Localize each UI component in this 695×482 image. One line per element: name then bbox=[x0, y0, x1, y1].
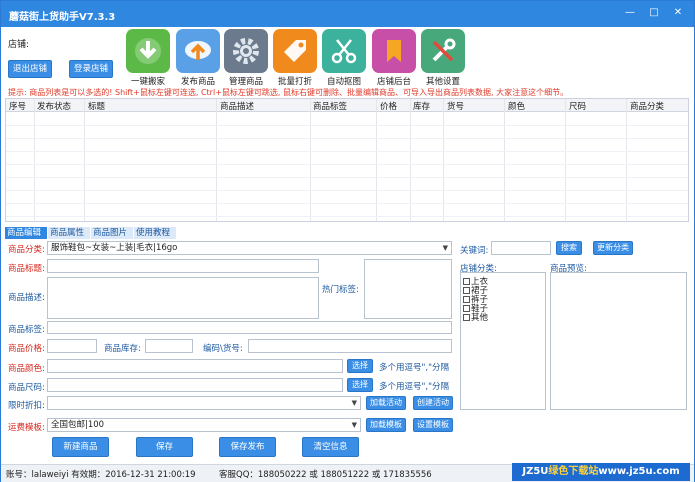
stock-input[interactable] bbox=[145, 339, 193, 353]
tab-product-images[interactable]: 商品图片 bbox=[91, 227, 133, 239]
shop-label: 店铺: bbox=[8, 40, 30, 50]
login-shop-button[interactable]: 登录店铺 bbox=[69, 60, 113, 78]
size-label: 商品尺码: bbox=[8, 383, 45, 393]
account-status: 账号：lalaweiyi 有效期：2016-12-31 21:00:19 bbox=[6, 470, 196, 480]
category-value: 服饰鞋包~女装~上装|毛衣|16go bbox=[51, 243, 178, 253]
tools-icon bbox=[421, 29, 465, 73]
column-header[interactable]: 尺码 bbox=[569, 100, 586, 112]
column-header[interactable]: 价格 bbox=[380, 100, 397, 112]
column-header[interactable]: 发布状态 bbox=[37, 100, 71, 112]
new-product-button[interactable]: 新建商品 bbox=[52, 437, 109, 457]
app-window: 蘑菇街上货助手V7.3.3 — □ ✕ 店铺: 退出店铺 登录店铺 一键搬家 发… bbox=[0, 0, 695, 482]
toolbar-one-click-move[interactable]: 一键搬家 bbox=[125, 29, 171, 87]
toolbar-shop-backend[interactable]: 店铺后台 bbox=[371, 29, 417, 87]
tag-icon bbox=[273, 29, 317, 73]
product-list-grid[interactable]: 序号 发布状态 标题 商品描述 商品标签 价格 库存 货号 颜色 尺码 商品分类 bbox=[5, 98, 689, 222]
tip-text: 提示: 商品列表是可以多选的! Shift+鼠标左键可连选, Ctrl+鼠标左键… bbox=[8, 88, 569, 97]
set-template-button[interactable]: 设置模板 bbox=[413, 418, 453, 432]
watermark: JZ5U绿色下载站www.jz5u.com bbox=[512, 463, 690, 481]
logout-shop-button[interactable]: 退出店铺 bbox=[8, 60, 52, 78]
keyword-label: 关键词: bbox=[460, 246, 489, 256]
shipping-label: 运费模板: bbox=[8, 423, 45, 433]
discount-label: 限时折扣: bbox=[8, 401, 45, 411]
shop-category-list: 上衣 裙子 裤子 鞋子 其他 bbox=[460, 272, 546, 410]
save-publish-button[interactable]: 保存发布 bbox=[219, 437, 276, 457]
color-label: 商品颜色: bbox=[8, 364, 45, 374]
tags-input[interactable] bbox=[47, 321, 452, 334]
title-label: 商品标题: bbox=[8, 264, 45, 274]
tags-label: 商品标签: bbox=[8, 325, 45, 335]
color-hint: 多个用逗号","分隔 bbox=[379, 363, 450, 373]
shipping-value: 全国包邮|100 bbox=[51, 420, 105, 430]
tab-product-edit[interactable]: 商品编辑 bbox=[5, 227, 47, 239]
gear-icon bbox=[224, 29, 268, 73]
load-activity-button[interactable]: 加载活动 bbox=[366, 396, 406, 410]
shipping-select[interactable]: 全国包邮|100 ▼ bbox=[47, 418, 361, 432]
toolbar-label: 其他设置 bbox=[425, 77, 460, 87]
close-icon[interactable]: ✕ bbox=[671, 6, 685, 20]
chevron-down-icon: ▼ bbox=[351, 399, 357, 407]
title-input[interactable] bbox=[47, 259, 319, 273]
keyword-input[interactable] bbox=[491, 241, 551, 255]
scissors-icon bbox=[322, 29, 366, 73]
column-header[interactable]: 商品标签 bbox=[313, 100, 347, 112]
tab-product-attributes[interactable]: 商品属性 bbox=[48, 227, 90, 239]
description-textarea[interactable] bbox=[47, 277, 319, 319]
toolbar-publish[interactable]: 发布商品 bbox=[175, 29, 221, 87]
maximize-icon[interactable]: □ bbox=[647, 6, 661, 20]
window-title: 蘑菇街上货助手V7.3.3 bbox=[9, 12, 116, 23]
search-button[interactable]: 搜索 bbox=[556, 241, 582, 255]
minimize-icon[interactable]: — bbox=[623, 6, 637, 20]
size-input[interactable] bbox=[47, 378, 343, 392]
load-template-button[interactable]: 加载模板 bbox=[366, 418, 406, 432]
support-qq: 客服QQ：188050222 或 188051222 或 171835556 bbox=[219, 470, 432, 480]
discount-select[interactable]: ▼ bbox=[47, 396, 361, 410]
column-header[interactable]: 序号 bbox=[9, 100, 26, 112]
category-select[interactable]: 服饰鞋包~女装~上装|毛衣|16go ▼ bbox=[47, 241, 452, 255]
grid-header: 序号 发布状态 标题 商品描述 商品标签 价格 库存 货号 颜色 尺码 商品分类 bbox=[6, 99, 688, 112]
save-button[interactable]: 保存 bbox=[136, 437, 193, 457]
download-icon bbox=[126, 29, 170, 73]
category-label: 商品分类: bbox=[8, 245, 45, 255]
create-activity-button[interactable]: 创建活动 bbox=[413, 396, 453, 410]
price-label: 商品价格: bbox=[8, 344, 45, 354]
color-select-button[interactable]: 选择 bbox=[347, 359, 373, 373]
column-header[interactable]: 颜色 bbox=[508, 100, 525, 112]
code-label: 编码\货号: bbox=[203, 344, 243, 354]
column-header[interactable]: 商品分类 bbox=[630, 100, 664, 112]
product-preview bbox=[550, 272, 687, 410]
stock-label: 商品库存: bbox=[104, 344, 141, 354]
category-checkbox[interactable]: 其他 bbox=[463, 311, 488, 323]
upload-icon bbox=[176, 29, 220, 73]
toolbar-batch-discount[interactable]: 批量打折 bbox=[272, 29, 318, 87]
color-input[interactable] bbox=[47, 359, 343, 373]
tab-tutorial[interactable]: 使用教程 bbox=[134, 227, 176, 239]
hot-tags-label: 热门标签: bbox=[322, 285, 359, 295]
title-bar: 蘑菇街上货助手V7.3.3 — □ ✕ bbox=[1, 1, 694, 27]
column-header[interactable]: 库存 bbox=[413, 100, 430, 112]
price-input[interactable] bbox=[47, 339, 97, 353]
code-input[interactable] bbox=[248, 339, 452, 353]
bookmark-icon bbox=[372, 29, 416, 73]
hot-tags-box[interactable] bbox=[364, 259, 452, 319]
size-select-button[interactable]: 选择 bbox=[347, 378, 373, 392]
toolbar-other-settings[interactable]: 其他设置 bbox=[420, 29, 466, 87]
description-label: 商品描述: bbox=[8, 293, 45, 303]
clear-info-button[interactable]: 清空信息 bbox=[302, 437, 359, 457]
column-header[interactable]: 商品描述 bbox=[220, 100, 254, 112]
toolbar-auto-cutout[interactable]: 自动抠图 bbox=[321, 29, 367, 87]
column-header[interactable]: 标题 bbox=[88, 100, 105, 112]
column-header[interactable]: 货号 bbox=[447, 100, 464, 112]
chevron-down-icon: ▼ bbox=[442, 244, 448, 252]
toolbar-manage[interactable]: 管理商品 bbox=[223, 29, 269, 87]
chevron-down-icon: ▼ bbox=[351, 421, 357, 429]
update-category-button[interactable]: 更新分类 bbox=[593, 241, 633, 255]
size-hint: 多个用逗号","分隔 bbox=[379, 382, 450, 392]
